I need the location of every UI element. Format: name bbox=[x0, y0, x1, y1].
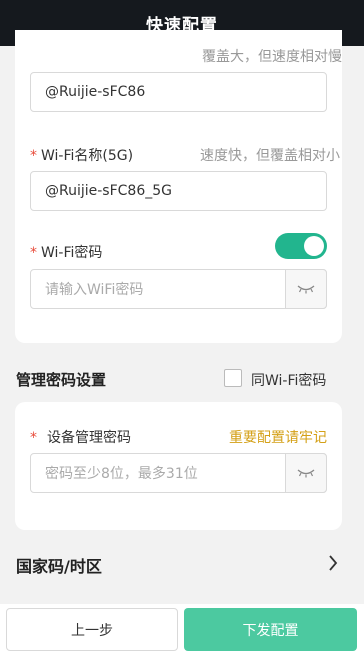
wifi5g-hint: 速度快，但覆盖相对小 bbox=[200, 148, 340, 164]
wifi24-name-input[interactable]: @Ruijie-sFC86 bbox=[30, 72, 327, 112]
admin-password-warning: 重要配置请牢记 bbox=[229, 430, 327, 446]
wifi-password-label-wrap: * Wi-Fi密码 bbox=[30, 242, 102, 262]
admin-password-card: * 设备管理密码 重要配置请牢记 密码至少8位，最多31位 bbox=[15, 402, 342, 530]
wifi-password-input[interactable]: 请输入WiFi密码 bbox=[30, 269, 327, 309]
wifi24-hint: 覆盖大，但速度相对慢 bbox=[202, 49, 342, 65]
toggle-knob bbox=[304, 236, 324, 256]
eye-closed-icon[interactable] bbox=[285, 453, 327, 493]
same-as-wifi-label[interactable]: 同Wi-Fi密码 bbox=[251, 370, 326, 390]
country-timezone-row[interactable]: 国家码/时区 bbox=[0, 540, 364, 586]
wifi-settings-card: 覆盖大，但速度相对慢 @Ruijie-sFC86 * Wi-Fi名称(5G) 速度… bbox=[15, 30, 342, 343]
admin-password-label: 设备管理密码 bbox=[47, 430, 131, 446]
admin-section-title: 管理密码设置 bbox=[16, 371, 107, 389]
required-mark: * bbox=[30, 245, 37, 261]
prev-step-button[interactable]: 上一步 bbox=[6, 608, 178, 651]
admin-password-label-wrap: * 设备管理密码 bbox=[30, 427, 131, 447]
eye-closed-icon[interactable] bbox=[285, 269, 327, 309]
country-timezone-label: 国家码/时区 bbox=[16, 557, 102, 576]
wifi-password-label: Wi-Fi密码 bbox=[41, 245, 103, 261]
chevron-right-icon bbox=[328, 554, 338, 576]
wifi5g-label-wrap: * Wi-Fi名称(5G) bbox=[30, 145, 133, 165]
required-mark: * bbox=[30, 148, 37, 164]
wifi24-name-value: @Ruijie-sFC86 bbox=[45, 84, 146, 100]
wifi5g-name-input[interactable]: @Ruijie-sFC86_5G bbox=[30, 171, 327, 211]
footer-bar: 上一步 下发配置 bbox=[0, 604, 364, 655]
admin-password-placeholder: 密码至少8位，最多31位 bbox=[45, 466, 198, 482]
required-mark: * bbox=[30, 430, 37, 446]
apply-config-button[interactable]: 下发配置 bbox=[184, 608, 357, 651]
wifi-password-placeholder: 请输入WiFi密码 bbox=[45, 282, 144, 298]
admin-password-input[interactable]: 密码至少8位，最多31位 bbox=[30, 453, 327, 493]
same-as-wifi-checkbox[interactable] bbox=[224, 369, 242, 387]
wifi-password-toggle[interactable] bbox=[275, 233, 327, 259]
wifi5g-name-value: @Ruijie-sFC86_5G bbox=[45, 183, 172, 199]
wifi5g-label: Wi-Fi名称(5G) bbox=[41, 148, 134, 164]
